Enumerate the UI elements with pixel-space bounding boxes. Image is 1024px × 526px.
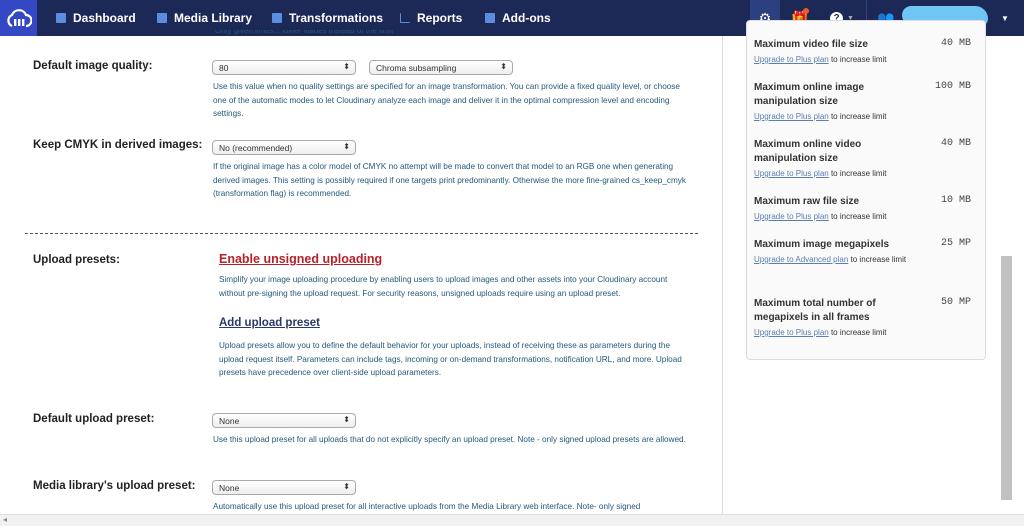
default-upload-preset-label: Default upload preset:: [33, 413, 155, 425]
vertical-scrollbar-thumb[interactable]: [1001, 256, 1012, 500]
account-chevron-down-icon[interactable]: ▼: [998, 0, 1012, 36]
upgrade-link[interactable]: Upgrade to Plus plan: [754, 169, 829, 178]
limit-item: Maximum raw file size 10 MB Upgrade to Plu…: [754, 195, 971, 221]
cmyk-label: Keep CMYK in derived images:: [33, 139, 203, 151]
keep-cmyk-select[interactable]: No (recommended): [212, 140, 356, 155]
ml-upload-preset-select[interactable]: None: [212, 480, 356, 495]
section-divider: [25, 233, 698, 234]
limit-item: Maximum online image manipulation size 10…: [754, 81, 971, 121]
nav-addons[interactable]: Add-ons: [485, 0, 551, 36]
nav-reports[interactable]: Reports: [400, 0, 462, 36]
limit-item: Maximum online video manipulation size 40…: [754, 138, 971, 178]
limit-item: Maximum total number of megapixels in al…: [754, 297, 971, 337]
unsigned-uploading-help: Simplify your image uploading procedure …: [219, 275, 668, 298]
upgrade-link[interactable]: Upgrade to Plus plan: [754, 212, 829, 221]
scroll-left-arrow-icon[interactable]: ◂: [3, 515, 7, 524]
cloudinary-logo[interactable]: [0, 0, 37, 36]
media-library-icon: [157, 13, 167, 23]
upgrade-link[interactable]: Upgrade to Plus plan: [754, 328, 829, 337]
dashboard-icon: [56, 13, 66, 23]
quality-label: Default image quality:: [33, 60, 153, 72]
limit-item: Maximum image megapixels 25 MP Upgrade to …: [754, 238, 971, 264]
horizontal-scrollbar[interactable]: ◂: [0, 514, 1024, 526]
cloud-logo-icon: [6, 9, 32, 28]
limit-item: Maximum video file size 40 MB Upgrade to P…: [754, 38, 971, 64]
quality-help: Use this value when no quality settings …: [213, 82, 680, 118]
default-upload-preset-help: Use this upload preset for all uploads t…: [213, 435, 686, 444]
upgrade-link[interactable]: Upgrade to Advanced plan: [754, 255, 848, 264]
default-upload-preset-select[interactable]: None: [212, 413, 356, 428]
transformations-icon: [272, 13, 282, 23]
truncated-help-text: Only given limits... lower values instea…: [215, 30, 394, 35]
upload-preset-help: Upload presets allow you to define the d…: [219, 341, 682, 377]
quality-select[interactable]: 80: [212, 60, 356, 75]
reports-icon: [400, 13, 410, 23]
ml-upload-preset-help: Automatically use this upload preset for…: [213, 502, 641, 511]
cmyk-help: If the original image has a color model …: [213, 162, 686, 198]
notification-dot: [803, 8, 809, 14]
upgrade-link[interactable]: Upgrade to Plus plan: [754, 112, 829, 121]
content-divider: [722, 36, 723, 514]
nav-dashboard[interactable]: Dashboard: [56, 0, 136, 36]
upload-presets-label: Upload presets:: [33, 254, 120, 266]
ml-upload-preset-label: Media library's upload preset:: [33, 480, 196, 492]
add-upload-preset-link[interactable]: Add upload preset: [219, 317, 320, 329]
enable-unsigned-uploading-link[interactable]: Enable unsigned uploading: [219, 252, 382, 266]
addons-icon: [485, 13, 495, 23]
chroma-subsampling-select[interactable]: Chroma subsampling: [369, 60, 513, 75]
upgrade-link[interactable]: Upgrade to Plus plan: [754, 55, 829, 64]
